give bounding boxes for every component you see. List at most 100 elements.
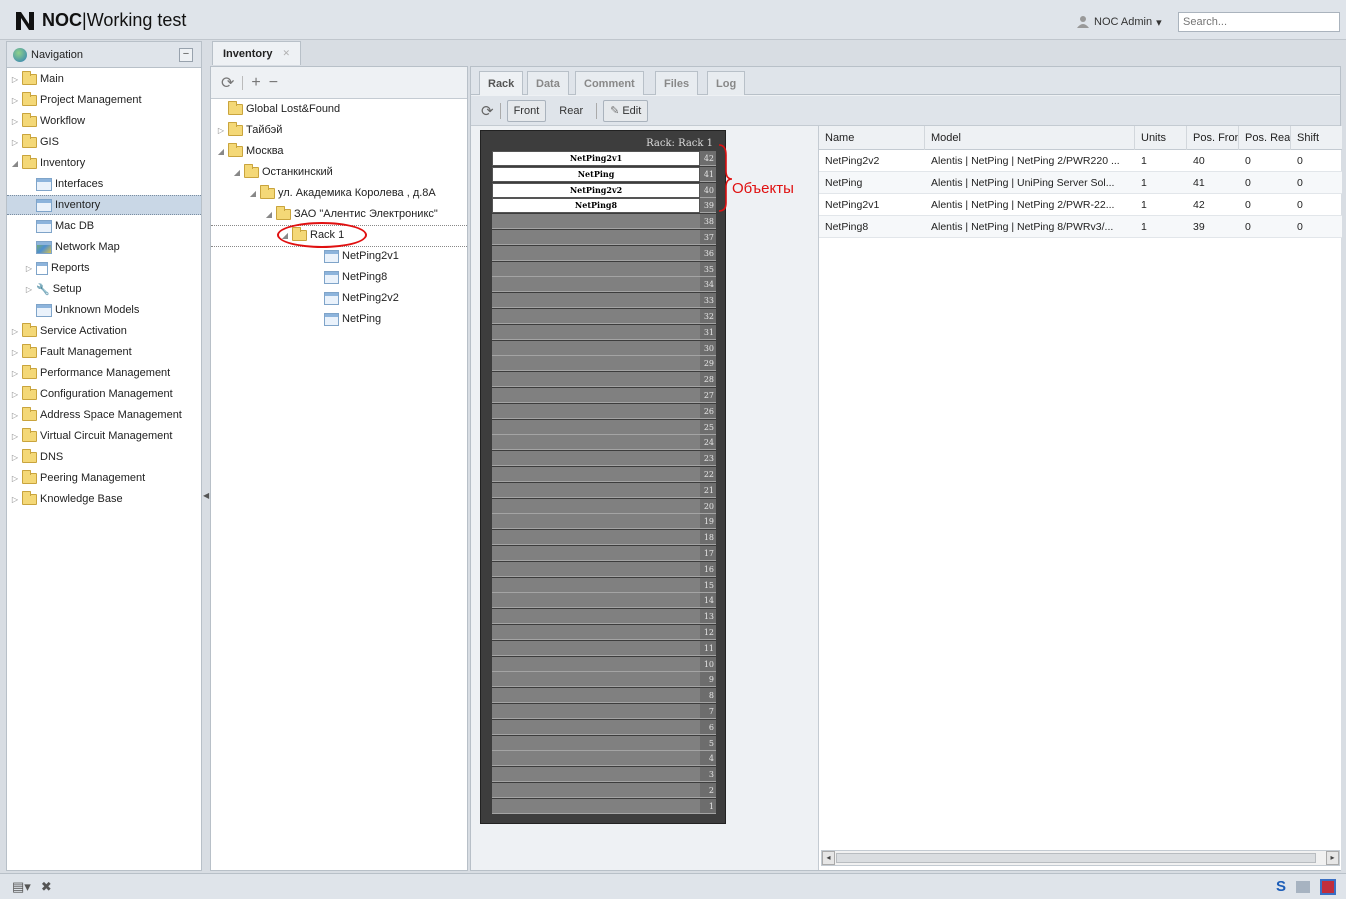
rack-device[interactable]: NetPing8 xyxy=(492,198,700,214)
nav-item-workflow[interactable]: ▷ Workflow xyxy=(11,111,85,131)
rack-unit-slot[interactable]: 1 xyxy=(492,798,716,815)
add-icon[interactable]: + xyxy=(251,74,260,92)
edit-button[interactable]: ✎ Edit xyxy=(603,99,649,122)
tree-node-moscow[interactable]: ◢ Москва xyxy=(217,141,284,161)
s-icon[interactable]: S xyxy=(1276,878,1286,895)
expand-arrow-icon[interactable]: ▷ xyxy=(11,369,19,378)
nav-item-reports[interactable]: ▷ Reports xyxy=(25,258,90,278)
rear-button[interactable]: Rear xyxy=(552,100,590,122)
rack-unit-slot[interactable]: 25 xyxy=(492,419,716,436)
expand-arrow-icon[interactable]: ▷ xyxy=(11,327,19,336)
rack-unit-slot[interactable]: 10 xyxy=(492,656,716,673)
rack-unit-slot[interactable]: 21 xyxy=(492,482,716,499)
rack-unit-slot[interactable]: 11 xyxy=(492,640,716,657)
expand-arrow-icon[interactable]: ▷ xyxy=(11,117,19,126)
nav-item-knowledge-base[interactable]: ▷ Knowledge Base xyxy=(11,489,123,509)
expand-arrow-icon[interactable]: ▷ xyxy=(11,453,19,462)
nav-item-mac-db[interactable]: Mac DB xyxy=(25,216,94,236)
tree-node-netping[interactable]: NetPing xyxy=(313,309,381,329)
tab-log[interactable]: Log xyxy=(707,71,746,95)
expand-arrow-icon[interactable]: ▷ xyxy=(217,126,225,135)
rack-device[interactable]: NetPing xyxy=(492,166,700,182)
tab-rack[interactable]: Rack xyxy=(479,71,524,95)
rack-unit-slot[interactable]: 18 xyxy=(492,530,716,546)
expand-arrow-icon[interactable]: ▷ xyxy=(11,75,19,84)
rack-unit-slot[interactable]: 8 xyxy=(492,688,716,704)
rack-unit-slot[interactable]: 26 xyxy=(492,403,716,420)
tree-node-company[interactable]: ◢ ЗАО "Алентис Электроникс" xyxy=(265,204,438,224)
expand-arrow-icon[interactable]: ▷ xyxy=(11,390,19,399)
tree-node-taipei[interactable]: ▷ Тайбэй xyxy=(217,120,282,140)
expand-arrow-icon[interactable]: ▷ xyxy=(11,411,19,420)
table-row[interactable]: NetPing2v1 Alentis | NetPing | NetPing 2/… xyxy=(819,194,1342,216)
nav-item-configuration-management[interactable]: ▷ Configuration Management xyxy=(11,384,173,404)
expand-arrow-icon[interactable]: ◢ xyxy=(217,147,225,156)
tools-icon[interactable]: ✖ xyxy=(41,879,52,895)
rack-unit-slot[interactable]: 4 xyxy=(492,751,716,767)
rack-unit-slot[interactable]: 23 xyxy=(492,451,716,467)
tree-node-address[interactable]: ◢ ул. Академика Королева , д.8А xyxy=(249,183,436,203)
nav-item-peering-management[interactable]: ▷ Peering Management xyxy=(11,468,145,488)
expand-arrow-icon[interactable]: ▷ xyxy=(11,432,19,441)
rack-unit-slot[interactable]: 16 xyxy=(492,561,716,578)
collapse-button[interactable]: − xyxy=(179,47,193,62)
scrollbar-thumb[interactable] xyxy=(836,853,1316,863)
nav-item-unknown-models[interactable]: Unknown Models xyxy=(25,300,139,320)
rack-unit-slot[interactable]: 6 xyxy=(492,719,716,736)
rack-unit-slot[interactable]: 7 xyxy=(492,704,716,720)
rack-unit-slot[interactable]: 28 xyxy=(492,372,716,388)
rack-unit-slot[interactable]: 30 xyxy=(492,340,716,357)
table-row[interactable]: NetPing2v2 Alentis | NetPing | NetPing 2/… xyxy=(819,150,1342,172)
tab-inventory[interactable]: Inventory ✕ xyxy=(212,41,302,65)
close-icon[interactable]: ✕ xyxy=(283,48,291,59)
rack-device[interactable]: NetPing2v1 xyxy=(492,151,700,166)
expand-arrow-icon[interactable]: ▷ xyxy=(11,495,19,504)
tab-comment[interactable]: Comment xyxy=(575,71,644,95)
expand-arrow-icon[interactable]: ▷ xyxy=(11,138,19,147)
nav-item-main[interactable]: ▷ Main xyxy=(11,69,64,89)
panel-splitter[interactable]: ◀ xyxy=(202,41,210,871)
rack-unit-slot[interactable]: 31 xyxy=(492,324,716,341)
nav-item-gis[interactable]: ▷ GIS xyxy=(11,132,59,152)
nav-item-network-map[interactable]: Network Map xyxy=(25,237,120,257)
column-header-pos-rear[interactable]: Pos. Rear xyxy=(1239,126,1291,150)
rack-unit-slot[interactable]: 14 xyxy=(492,593,716,609)
column-header-model[interactable]: Model xyxy=(925,126,1135,150)
nav-item-service-activation[interactable]: ▷ Service Activation xyxy=(11,321,127,341)
search-input[interactable] xyxy=(1178,12,1340,32)
rack-unit-slot[interactable]: 36 xyxy=(492,245,716,262)
rack-unit-slot[interactable]: 35 xyxy=(492,261,716,278)
user-menu-button[interactable]: NOC Admin ▾ xyxy=(1076,13,1162,31)
rack-unit-slot[interactable]: 19 xyxy=(492,514,716,530)
rack-unit-slot[interactable]: 33 xyxy=(492,293,716,309)
nav-item-inventory-app[interactable]: Inventory xyxy=(7,195,201,215)
scroll-left-icon[interactable]: ◂ xyxy=(822,851,835,865)
scroll-right-icon[interactable]: ▸ xyxy=(1326,851,1339,865)
nav-item-performance-management[interactable]: ▷ Performance Management xyxy=(11,363,170,383)
expand-arrow-icon[interactable]: ▷ xyxy=(25,264,33,273)
column-header-name[interactable]: Name xyxy=(819,126,925,150)
tree-node-netping8[interactable]: NetPing8 xyxy=(313,267,387,287)
column-header-units[interactable]: Units xyxy=(1135,126,1187,150)
expand-arrow-icon[interactable]: ▷ xyxy=(11,474,19,483)
rack-unit-slot[interactable]: 34 xyxy=(492,277,716,293)
nav-item-inventory[interactable]: ◢ Inventory xyxy=(11,153,85,173)
rack-unit-slot[interactable]: 27 xyxy=(492,388,716,404)
rack-unit-slot[interactable]: 29 xyxy=(492,356,716,372)
rack-unit-slot[interactable]: 22 xyxy=(492,467,716,483)
horizontal-scrollbar[interactable]: ◂ ▸ xyxy=(821,850,1340,866)
expand-arrow-icon[interactable]: ▷ xyxy=(11,96,19,105)
expand-arrow-icon[interactable]: ◢ xyxy=(265,210,273,219)
nav-item-address-space-management[interactable]: ▷ Address Space Management xyxy=(11,405,182,425)
record-icon[interactable] xyxy=(1320,878,1336,895)
flag-icon[interactable] xyxy=(1296,880,1310,893)
rack-unit-slot[interactable]: 37 xyxy=(492,230,716,246)
rack-unit-slot[interactable]: 5 xyxy=(492,735,716,752)
rack-unit-slot[interactable]: 12 xyxy=(492,625,716,641)
nav-item-interfaces[interactable]: Interfaces xyxy=(25,174,103,194)
rack-unit-slot[interactable]: 15 xyxy=(492,577,716,594)
remove-icon[interactable]: − xyxy=(269,74,278,92)
column-header-pos-front[interactable]: Pos. Front xyxy=(1187,126,1239,150)
expand-arrow-icon[interactable]: ◢ xyxy=(249,189,257,198)
refresh-icon[interactable]: ⟳ xyxy=(221,73,234,93)
